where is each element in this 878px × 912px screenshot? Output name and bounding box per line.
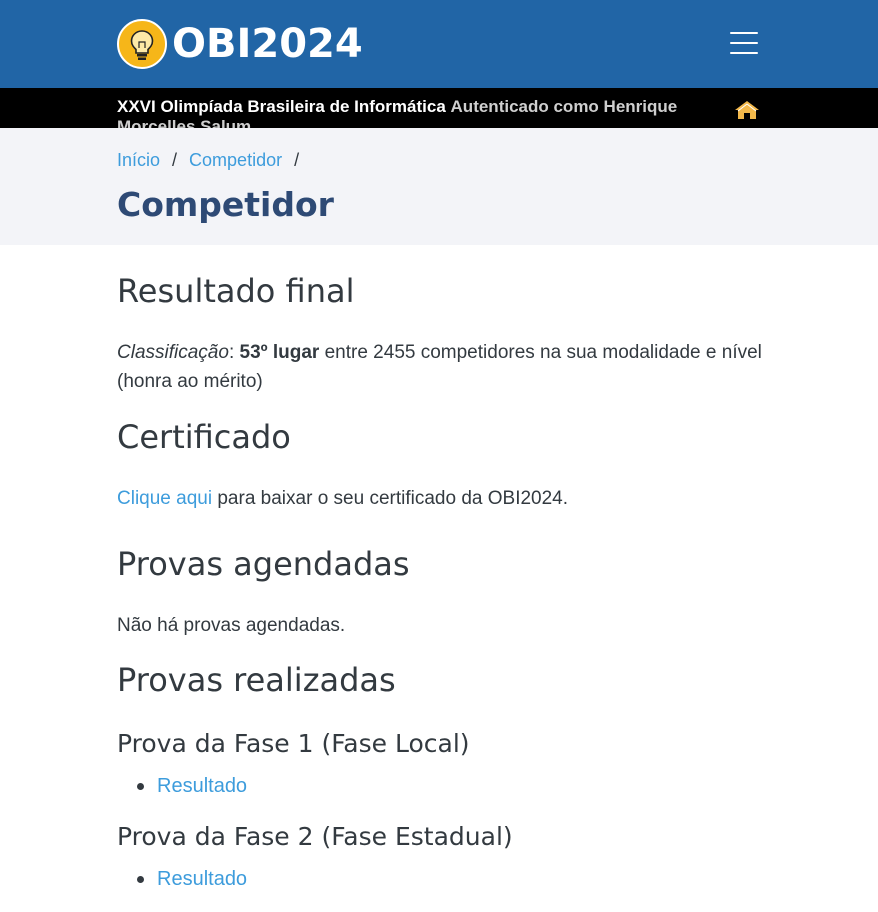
breadcrumb-separator: / — [172, 150, 178, 170]
certificado-heading: Certificado — [117, 418, 291, 456]
provas-agendadas-heading: Provas agendadas — [117, 545, 410, 583]
hamburger-menu-icon[interactable] — [730, 32, 758, 54]
classification-text: Classificação: 53º lugar entre 2455 comp… — [117, 338, 767, 396]
breadcrumb-link-inicio[interactable]: Início — [117, 150, 160, 170]
classification-label: Classificação — [117, 342, 229, 363]
page-title: Competidor — [117, 185, 334, 224]
no-scheduled-exams-text: Não há provas agendadas. — [117, 615, 346, 636]
top-header: OBI2024 — [0, 0, 878, 88]
home-icon[interactable] — [734, 100, 760, 120]
bullet-icon — [137, 783, 144, 790]
lightbulb-icon[interactable] — [117, 19, 167, 69]
certificate-text: para baixar o seu certificado da OBI2024… — [217, 488, 569, 509]
site-logo-text[interactable]: OBI2024 — [172, 20, 363, 68]
classification-rank: 53º lugar — [239, 342, 320, 363]
site-subtitle: XXVI Olimpíada Brasileira de Informática — [117, 97, 446, 116]
exam-phase-2-title: Prova da Fase 2 (Fase Estadual) — [117, 822, 513, 851]
resultado-final-heading: Resultado final — [117, 272, 355, 310]
classification-colon: : — [228, 342, 235, 363]
bullet-icon — [137, 876, 144, 883]
exam-phase-2-result-link[interactable]: Resultado — [157, 865, 247, 893]
certificado-text: Clique aqui para baixar o seu certificad… — [117, 484, 767, 513]
exam-phase-1-title: Prova da Fase 1 (Fase Local) — [117, 729, 470, 758]
breadcrumb-separator: / — [294, 150, 300, 170]
auth-bar-text: XXVI Olimpíada Brasileira de Informática… — [117, 97, 727, 128]
certificate-download-link[interactable]: Clique aqui — [117, 488, 212, 509]
breadcrumb: Início / Competidor / — [117, 148, 311, 172]
exam-phase-1-result-link[interactable]: Resultado — [157, 772, 247, 800]
breadcrumb-link-competidor[interactable]: Competidor — [189, 150, 282, 170]
provas-realizadas-heading: Provas realizadas — [117, 661, 396, 699]
